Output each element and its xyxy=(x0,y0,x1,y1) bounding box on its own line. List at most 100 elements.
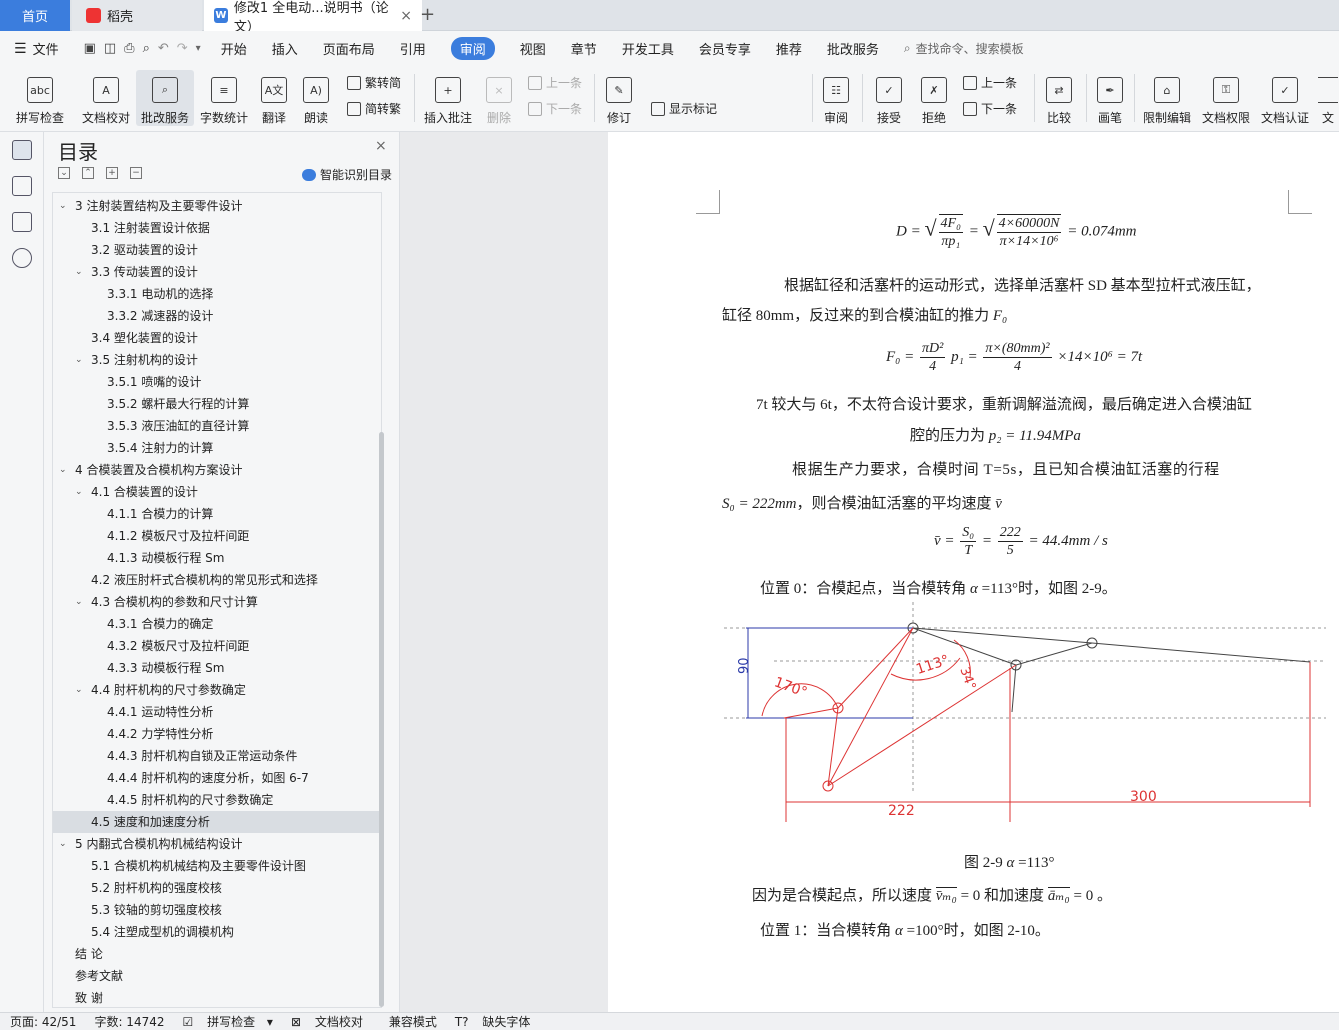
track-changes-button[interactable]: ✎ 修订 xyxy=(600,70,638,126)
add-item-icon[interactable]: + xyxy=(106,167,118,179)
toc-item[interactable]: 3.3.1 电动机的选择 xyxy=(53,283,379,305)
toc-item[interactable]: 3.5.4 注射力的计算 xyxy=(53,437,379,459)
doc-cert-button[interactable]: ✓ 文档认证 xyxy=(1258,70,1312,126)
menu-layout[interactable]: 页面布局 xyxy=(323,39,375,58)
chevron-down-icon[interactable]: ⌄ xyxy=(75,261,83,283)
menu-review-service[interactable]: 批改服务 xyxy=(827,39,879,58)
toc-item[interactable]: 3.1 注射装置设计依据 xyxy=(53,217,379,239)
tab-document[interactable]: W 修改1 全电动...说明书（论文） × xyxy=(204,0,422,35)
preview-icon[interactable]: ⌕ xyxy=(143,41,150,56)
menu-recommend[interactable]: 推荐 xyxy=(776,39,802,58)
toc-panel-icon[interactable] xyxy=(12,140,32,160)
toc-item[interactable]: 5.2 肘杆机构的强度校核 xyxy=(53,877,379,899)
toc-item[interactable]: ⌄ 4 合模装置及合模机构方案设计 xyxy=(53,459,379,481)
read-aloud-button[interactable]: A) 朗读 xyxy=(298,70,334,126)
expand-up-icon[interactable]: ⌃ xyxy=(82,167,94,179)
spell-check-toggle[interactable]: ☑ 拼写检查 ▾ xyxy=(183,1013,273,1030)
bookmark-icon[interactable] xyxy=(12,212,32,232)
toc-item[interactable]: 4.2 液压肘杆式合模机构的常见形式和选择 xyxy=(53,569,379,591)
toc-item[interactable]: 4.4.3 肘杆机构自锁及正常运动条件 xyxy=(53,745,379,767)
toc-item[interactable]: 致 谢 xyxy=(53,987,379,1007)
simp-to-trad-button[interactable]: 简转繁 xyxy=(347,100,401,117)
command-search-input[interactable]: 查找命令、搜索模板 xyxy=(916,40,1024,57)
toc-item[interactable]: 参考文献 xyxy=(53,965,379,987)
word-count-button[interactable]: ≡ 字数统计 xyxy=(198,70,250,126)
save-icon[interactable]: ▣ xyxy=(84,41,96,56)
chevron-down-icon[interactable]: ⌄ xyxy=(59,833,67,855)
toc-item[interactable]: 4.1.1 合模力的计算 xyxy=(53,503,379,525)
toc-item[interactable]: 4.1.2 模板尺寸及拉杆间距 xyxy=(53,525,379,547)
menu-reference[interactable]: 引用 xyxy=(400,39,426,58)
next-change-button[interactable]: 下一条 xyxy=(963,100,1017,117)
next-comment-button[interactable]: 下一条 xyxy=(528,100,582,117)
toc-item[interactable]: 4.4.4 肘杆机构的速度分析，如图 6-7 xyxy=(53,767,379,789)
toc-item[interactable]: ⌄ 4.3 合模机构的参数和尺寸计算 xyxy=(53,591,379,613)
toc-item[interactable]: 3.5.1 喷嘴的设计 xyxy=(53,371,379,393)
reviewer-button[interactable]: ☷ 审阅 xyxy=(817,70,855,126)
compare-button[interactable]: ⇄ 比较 xyxy=(1040,70,1078,126)
new-tab-button[interactable]: + xyxy=(420,4,435,25)
tab-close-icon[interactable]: × xyxy=(400,8,412,24)
more-button[interactable]: 文 xyxy=(1318,70,1338,126)
menu-view[interactable]: 视图 xyxy=(520,39,546,58)
smart-toc-button[interactable]: 智能识别目录 xyxy=(302,166,392,183)
toc-item[interactable]: 4.4.2 力学特性分析 xyxy=(53,723,379,745)
insert-comment-button[interactable]: + 插入批注 xyxy=(422,70,474,126)
menu-start[interactable]: 开始 xyxy=(221,39,247,58)
export-icon[interactable]: ◫ xyxy=(104,41,116,56)
toc-item[interactable]: ⌄ 4.4 肘杆机构的尺寸参数确定 xyxy=(53,679,379,701)
undo-icon[interactable]: ↶ xyxy=(158,41,169,56)
remove-item-icon[interactable]: − xyxy=(130,167,142,179)
review-service-button[interactable]: ⌕ 批改服务 xyxy=(136,70,194,126)
doc-check-toggle[interactable]: ⊠ 文档校对 xyxy=(291,1013,371,1030)
toc-item[interactable]: 3.5.3 液压油缸的直径计算 xyxy=(53,415,379,437)
accept-button[interactable]: ✓ 接受 xyxy=(870,70,908,126)
quick-access-dropdown-icon[interactable]: ▾ xyxy=(196,43,201,54)
translate-button[interactable]: A文 翻译 xyxy=(255,70,293,126)
toc-item[interactable]: ⌄ 3.5 注射机构的设计 xyxy=(53,349,379,371)
chevron-down-icon[interactable]: ⌄ xyxy=(59,459,67,481)
toc-item[interactable]: ⌄ 5 内翻式合模机构机械结构设计 xyxy=(53,833,379,855)
redo-icon[interactable]: ↷ xyxy=(177,41,188,56)
missing-font-indicator[interactable]: T? 缺失字体 xyxy=(455,1013,539,1030)
page-indicator[interactable]: 页面: 42/51 xyxy=(10,1013,76,1030)
word-count-indicator[interactable]: 字数: 14742 xyxy=(94,1013,164,1030)
toc-item[interactable]: 3.2 驱动装置的设计 xyxy=(53,239,379,261)
navigation-icon[interactable] xyxy=(12,176,32,196)
menu-review[interactable]: 审阅 xyxy=(450,37,495,60)
toc-item[interactable]: 4.4.1 运动特性分析 xyxy=(53,701,379,723)
toc-item[interactable]: 3.3.2 减速器的设计 xyxy=(53,305,379,327)
reject-button[interactable]: ✗ 拒绝 xyxy=(915,70,953,126)
spell-check-button[interactable]: abc 拼写检查 xyxy=(10,70,70,126)
toc-item[interactable]: 4.3.3 动模板行程 Sm xyxy=(53,657,379,679)
menu-chapter[interactable]: 章节 xyxy=(571,39,597,58)
menu-member[interactable]: 会员专享 xyxy=(699,39,751,58)
hamburger-menu-icon[interactable]: ☰ xyxy=(14,41,27,57)
chevron-down-icon[interactable]: ⌄ xyxy=(75,679,83,701)
toc-item[interactable]: 4.3.1 合模力的确定 xyxy=(53,613,379,635)
toc-item[interactable]: 4.3.2 模板尺寸及拉杆间距 xyxy=(53,635,379,657)
delete-comment-button[interactable]: × 删除 xyxy=(480,70,518,126)
close-icon[interactable]: × xyxy=(375,138,387,154)
doc-check-button[interactable]: A 文档校对 xyxy=(78,70,134,126)
restrict-editing-button[interactable]: ⌂ 限制编辑 xyxy=(1140,70,1194,126)
tab-home[interactable]: 首页 xyxy=(0,0,70,31)
toc-item[interactable]: 结 论 xyxy=(53,943,379,965)
tab-daoke[interactable]: 稻壳 xyxy=(72,0,202,31)
prev-comment-button[interactable]: 上一条 xyxy=(528,74,582,91)
show-markup-button[interactable]: 显示标记 xyxy=(651,100,717,117)
toc-scrollbar[interactable] xyxy=(379,432,384,1007)
chevron-down-icon[interactable]: ⌄ xyxy=(75,481,83,503)
toc-item[interactable]: 4.5 速度和加速度分析 xyxy=(53,811,379,833)
doc-permission-button[interactable]: ⚿ 文档权限 xyxy=(1199,70,1253,126)
search-panel-icon[interactable] xyxy=(12,248,32,268)
toc-item[interactable]: 3.4 塑化装置的设计 xyxy=(53,327,379,349)
prev-change-button[interactable]: 上一条 xyxy=(963,74,1017,91)
chevron-down-icon[interactable]: ⌄ xyxy=(59,195,67,217)
menu-devtools[interactable]: 开发工具 xyxy=(622,39,674,58)
chevron-down-icon[interactable]: ⌄ xyxy=(75,591,83,613)
print-icon[interactable]: ⎙ xyxy=(124,41,134,56)
pen-button[interactable]: ✒ 画笔 xyxy=(1092,70,1128,126)
menu-file[interactable]: 文件 xyxy=(33,39,59,58)
toc-item[interactable]: ⌄ 3.3 传动装置的设计 xyxy=(53,261,379,283)
